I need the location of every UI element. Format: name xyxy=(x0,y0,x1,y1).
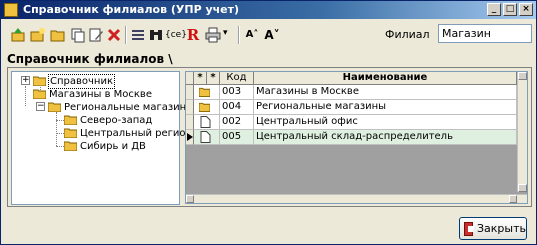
print-dropdown-arrow[interactable]: ▾ xyxy=(223,28,228,38)
new-folder-button[interactable] xyxy=(29,26,47,44)
list-icon xyxy=(132,30,144,40)
tree-expander-regional[interactable]: − xyxy=(36,102,45,111)
scroll-left-arrow[interactable] xyxy=(186,195,194,203)
name-cell: Региональные магазины xyxy=(254,100,517,115)
code-header[interactable]: Код xyxy=(220,72,254,85)
delete-icon xyxy=(107,28,121,42)
folder-icon xyxy=(199,102,210,113)
section-title: Справочник филиалов \ xyxy=(7,52,173,66)
toolbar-separator xyxy=(125,26,127,44)
increase-font-button[interactable]: A˄ xyxy=(243,26,261,44)
document-icon xyxy=(200,116,211,128)
copy-button[interactable] xyxy=(69,26,87,44)
table-row-selected[interactable]: 005 Центральный склад-распределитель xyxy=(186,130,527,145)
grid-header: * * Код Наименование xyxy=(186,72,527,85)
decrease-font-button[interactable]: A˅ xyxy=(263,26,281,44)
branches-grid[interactable]: * * Код Наименование 003 Магазины в Моск… xyxy=(185,71,528,204)
branch-tree[interactable]: + Справочник Магазины в Москве − Региона… xyxy=(11,71,194,205)
close-button[interactable]: Закрыть xyxy=(459,217,527,240)
scroll-down-arrow[interactable] xyxy=(518,184,527,192)
close-icon xyxy=(464,221,474,236)
folder-icon xyxy=(64,115,77,125)
folder-icon xyxy=(64,141,77,151)
tree-node-label: Северо-запад xyxy=(80,115,153,126)
tree-node-label: Справочник xyxy=(48,74,115,89)
print-icon xyxy=(205,27,221,43)
up-arrow-folder-button[interactable] xyxy=(9,26,27,44)
folder-button[interactable] xyxy=(49,26,67,44)
list-button[interactable] xyxy=(129,26,147,44)
mark1-header[interactable]: * xyxy=(194,72,207,85)
table-row[interactable]: 004 Региональные магазины xyxy=(186,100,527,115)
copy-icon xyxy=(71,28,85,43)
mark2-header[interactable]: * xyxy=(207,72,220,85)
table-row[interactable]: 002 Центральный офис xyxy=(186,115,527,130)
code-button[interactable]: {ce} xyxy=(165,26,187,44)
tree-node-label: Магазины в Москве xyxy=(49,89,152,100)
window-title: Справочник филиалов (УПР учет) xyxy=(23,3,240,16)
tree-node-label: Центральный регион xyxy=(80,128,193,139)
increase-font-icon: A˄ xyxy=(245,29,259,40)
title-bar[interactable]: Справочник филиалов (УПР учет) _ □ × xyxy=(1,1,536,19)
scroll-right-arrow[interactable] xyxy=(509,195,517,203)
name-cell: Центральный офис xyxy=(254,115,517,130)
tree-expander-root[interactable]: + xyxy=(21,76,30,85)
folder-icon xyxy=(33,89,46,99)
minimize-button[interactable]: _ xyxy=(487,3,501,16)
toolbar-separator xyxy=(238,26,240,44)
folder-icon xyxy=(64,128,77,138)
grid-vertical-scrollbar[interactable] xyxy=(517,72,527,192)
filial-label: Филиал xyxy=(385,28,430,41)
grid-horizontal-scrollbar[interactable] xyxy=(186,194,527,203)
edit-button[interactable] xyxy=(87,26,105,44)
tree-node-label: Сибирь и ДВ xyxy=(80,141,146,152)
name-cell: Центральный склад-распределитель xyxy=(254,130,517,145)
folder-icon xyxy=(50,30,65,42)
report-button[interactable]: R xyxy=(184,26,202,44)
main-window: Справочник филиалов (УПР учет) _ □ × {ce… xyxy=(0,0,537,245)
edit-icon xyxy=(89,28,103,42)
app-icon xyxy=(4,3,18,17)
current-row-arrow-icon xyxy=(187,133,193,141)
name-cell: Магазины в Москве xyxy=(254,85,517,100)
code-cell: 002 xyxy=(220,115,254,130)
document-icon xyxy=(200,131,211,143)
maximize-button[interactable]: □ xyxy=(503,3,517,16)
name-header[interactable]: Наименование xyxy=(254,72,517,85)
filial-input[interactable] xyxy=(438,24,532,43)
search-button[interactable] xyxy=(147,26,165,44)
report-r-icon: R xyxy=(186,26,200,44)
up-arrow-folder-icon xyxy=(11,28,25,42)
search-binoculars-icon xyxy=(150,30,162,40)
table-row[interactable]: 003 Магазины в Москве xyxy=(186,85,527,100)
decrease-font-icon: A˅ xyxy=(264,28,280,42)
delete-button[interactable] xyxy=(105,26,123,44)
code-cell: 004 xyxy=(220,100,254,115)
code-cell: 005 xyxy=(220,130,254,145)
scroll-up-arrow[interactable] xyxy=(518,72,527,80)
tree-node-label: Региональные магазины xyxy=(64,102,195,113)
code-cell: 003 xyxy=(220,85,254,100)
close-button-label: Закрыть xyxy=(477,222,526,235)
folder-icon xyxy=(48,102,61,112)
folder-icon xyxy=(199,87,210,98)
row-indicator-header xyxy=(186,72,194,85)
folder-icon xyxy=(33,76,46,86)
print-button[interactable]: ▾ xyxy=(204,26,234,44)
close-window-button[interactable]: × xyxy=(519,3,533,16)
new-folder-icon xyxy=(30,28,45,42)
